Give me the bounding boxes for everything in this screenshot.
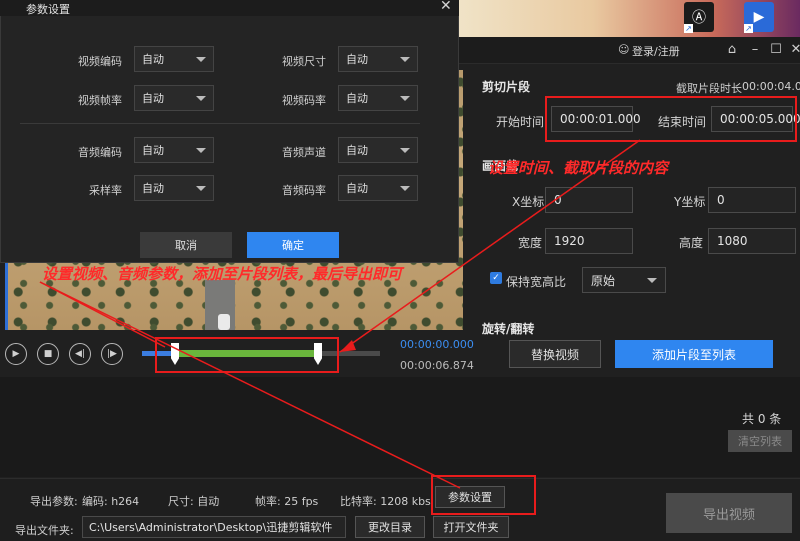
arrow-params-line	[39, 281, 461, 489]
arrow-timeline-line	[39, 281, 166, 348]
cut-annotation-text: 设置时间、截取片段的内容	[488, 159, 669, 177]
param-annotation-text: 设置视频、音频参数，添加至片段列表，最后导出即可	[42, 265, 403, 283]
